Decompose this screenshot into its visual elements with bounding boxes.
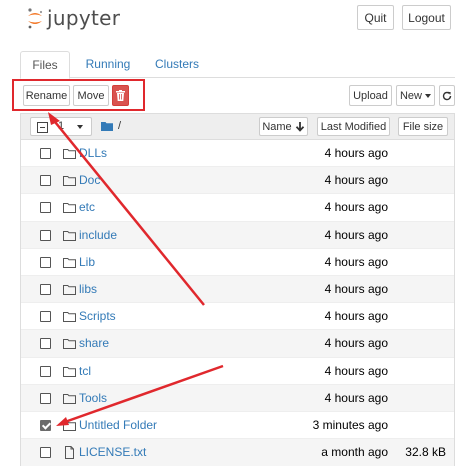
row-checkbox[interactable] bbox=[40, 338, 51, 350]
file-list: 1 / Name Last Modified File size DLLs 4 h… bbox=[20, 113, 455, 466]
refresh-icon bbox=[442, 91, 452, 100]
folder-icon bbox=[63, 257, 76, 268]
select-all-checkbox[interactable] bbox=[37, 122, 48, 133]
row-checkbox[interactable] bbox=[40, 311, 51, 323]
list-item[interactable]: Tools 4 hours ago bbox=[21, 384, 454, 412]
refresh-button[interactable] bbox=[439, 85, 455, 106]
folder-icon bbox=[63, 176, 76, 187]
select-all-dropdown[interactable]: 1 bbox=[30, 117, 92, 136]
item-modified: 4 hours ago bbox=[324, 173, 388, 188]
list-item[interactable]: tcl 4 hours ago bbox=[21, 358, 454, 385]
row-checkbox[interactable] bbox=[40, 392, 51, 404]
jupyter-logo[interactable]: jupyter bbox=[26, 6, 120, 30]
list-item[interactable]: Lib 4 hours ago bbox=[21, 249, 454, 276]
item-modified: 4 hours ago bbox=[324, 146, 388, 160]
item-name-link[interactable]: Tools bbox=[79, 391, 107, 405]
caret-down-icon bbox=[77, 125, 83, 129]
tab-clusters[interactable]: Clusters bbox=[151, 51, 203, 78]
row-checkbox[interactable] bbox=[40, 447, 51, 459]
list-item[interactable]: LICENSE.txt a month ago 32.8 kB bbox=[21, 439, 454, 466]
item-modified: 4 hours ago bbox=[324, 363, 388, 378]
row-checkbox[interactable] bbox=[40, 365, 51, 377]
list-item[interactable]: include 4 hours ago bbox=[21, 221, 454, 249]
list-item[interactable]: etc 4 hours ago bbox=[21, 194, 454, 222]
folder-icon bbox=[63, 149, 76, 159]
item-name-link[interactable]: Untitled Folder bbox=[79, 418, 157, 432]
tab-bar: Files Running Clusters bbox=[20, 51, 455, 79]
row-checkbox[interactable] bbox=[40, 175, 51, 187]
new-dropdown-button[interactable]: New bbox=[396, 85, 435, 106]
row-checkbox[interactable] bbox=[40, 256, 51, 268]
row-checkbox[interactable] bbox=[40, 148, 51, 159]
selected-count: 1 bbox=[58, 120, 65, 132]
list-item[interactable]: Untitled Folder 3 minutes ago bbox=[21, 412, 454, 440]
item-modified: 3 minutes ago bbox=[312, 417, 388, 432]
tab-running[interactable]: Running bbox=[82, 51, 134, 78]
row-checkbox[interactable] bbox=[40, 283, 51, 295]
item-modified: 4 hours ago bbox=[324, 309, 388, 324]
folder-icon bbox=[63, 339, 76, 350]
annotation-highlight-box bbox=[12, 79, 145, 111]
item-name-link[interactable]: tcl bbox=[79, 364, 91, 378]
folder-icon bbox=[63, 203, 76, 214]
header: jupyter Quit Logout bbox=[0, 0, 474, 36]
list-item[interactable]: libs 4 hours ago bbox=[21, 275, 454, 304]
item-modified: 4 hours ago bbox=[324, 281, 388, 296]
folder-icon bbox=[63, 312, 76, 323]
list-item[interactable]: Scripts 4 hours ago bbox=[21, 303, 454, 331]
item-name-link[interactable]: DLLs bbox=[79, 146, 107, 160]
breadcrumb: / bbox=[101, 120, 121, 132]
name-column-label: Name bbox=[262, 120, 292, 133]
item-modified: 4 hours ago bbox=[324, 390, 388, 405]
item-name-link[interactable]: Scripts bbox=[79, 309, 116, 323]
item-modified: 4 hours ago bbox=[324, 227, 388, 242]
item-name-link[interactable]: include bbox=[79, 228, 117, 242]
logout-button[interactable]: Logout bbox=[402, 5, 451, 30]
folder-icon[interactable] bbox=[101, 121, 113, 131]
item-name-link[interactable]: libs bbox=[79, 282, 97, 296]
arrow-down-icon bbox=[295, 121, 304, 132]
item-name-link[interactable]: Doc bbox=[79, 173, 100, 187]
item-name-link[interactable]: LICENSE.txt bbox=[79, 445, 146, 459]
item-size: 32.8 kB bbox=[405, 445, 446, 460]
item-name-link[interactable]: share bbox=[79, 336, 109, 350]
quit-button[interactable]: Quit bbox=[357, 5, 394, 30]
list-item[interactable]: share 4 hours ago bbox=[21, 330, 454, 358]
file-icon bbox=[65, 446, 74, 460]
folder-icon bbox=[63, 284, 76, 295]
new-label: New bbox=[399, 89, 422, 102]
item-modified: 4 hours ago bbox=[324, 336, 388, 351]
item-name-link[interactable]: etc bbox=[79, 200, 95, 214]
caret-down-icon bbox=[425, 93, 431, 98]
upload-button[interactable]: Upload bbox=[349, 85, 392, 106]
sort-by-file-size-button[interactable]: File size bbox=[398, 117, 448, 136]
sort-by-last-modified-button[interactable]: Last Modified bbox=[317, 117, 390, 136]
logo-text: jupyter bbox=[47, 6, 121, 30]
row-checkbox[interactable] bbox=[40, 202, 51, 214]
item-modified: 4 hours ago bbox=[324, 200, 388, 215]
row-checkbox[interactable] bbox=[40, 419, 51, 431]
folder-icon bbox=[63, 366, 76, 377]
list-item[interactable]: Doc 4 hours ago bbox=[21, 167, 454, 195]
folder-icon bbox=[63, 420, 76, 431]
folder-icon bbox=[63, 230, 76, 241]
item-modified: a month ago bbox=[321, 445, 388, 460]
row-checkbox[interactable] bbox=[40, 229, 51, 241]
folder-icon bbox=[63, 393, 76, 404]
jupyter-logo-icon bbox=[28, 8, 43, 29]
sort-by-name-button[interactable]: Name bbox=[259, 117, 308, 136]
item-name-link[interactable]: Lib bbox=[79, 255, 95, 269]
file-list-header: 1 / Name Last Modified File size bbox=[21, 114, 454, 140]
tab-files[interactable]: Files bbox=[20, 51, 70, 79]
list-item[interactable]: DLLs 4 hours ago bbox=[21, 140, 454, 168]
item-modified: 4 hours ago bbox=[324, 254, 388, 269]
breadcrumb-separator: / bbox=[118, 120, 122, 132]
